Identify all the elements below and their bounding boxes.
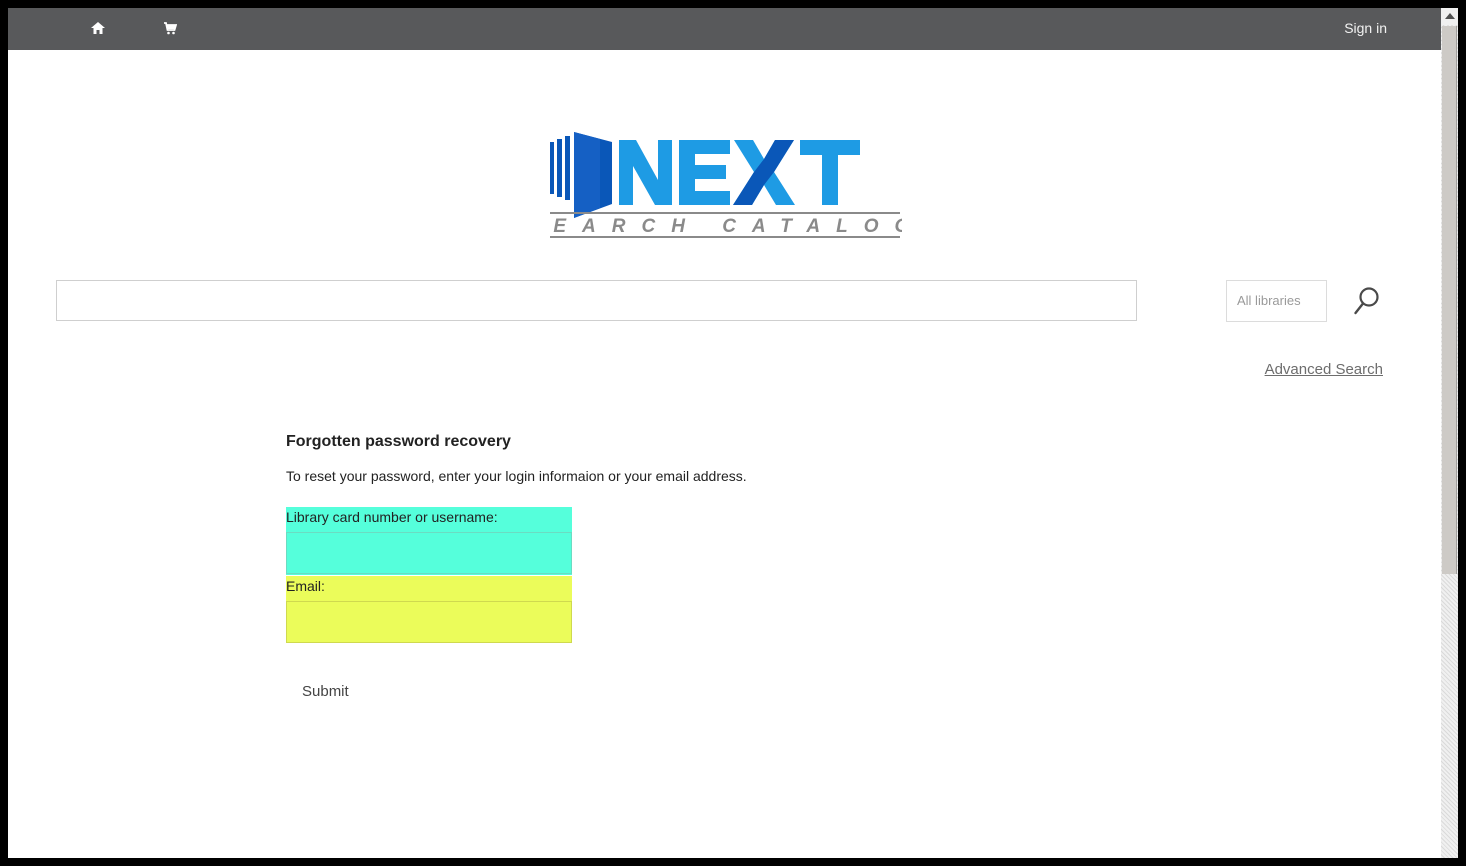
username-field-group: Library card number or username: <box>286 507 572 575</box>
cart-icon[interactable] <box>163 21 178 35</box>
email-input[interactable] <box>286 601 572 643</box>
logo-tagline: SEARCH CATALOG <box>548 216 902 237</box>
submit-button[interactable]: Submit <box>302 683 349 700</box>
advanced-search-link[interactable]: Advanced Search <box>1265 361 1383 378</box>
library-selector[interactable]: All libraries <box>1226 280 1327 322</box>
search-icon[interactable] <box>1353 286 1381 316</box>
form-description: To reset your password, enter your login… <box>286 468 747 484</box>
vertical-scrollbar[interactable] <box>1441 8 1458 858</box>
home-icon[interactable] <box>90 20 106 36</box>
password-recovery-form: Forgotten password recovery To reset you… <box>286 433 986 700</box>
scroll-up-arrow-icon[interactable] <box>1441 8 1458 25</box>
search-input[interactable] <box>56 280 1137 321</box>
username-label: Library card number or username: <box>286 509 498 525</box>
email-field-group: Email: <box>286 576 572 643</box>
next-search-catalog-logo: SEARCH CATALOG <box>548 128 902 246</box>
browser-window: Sign in SEARCH CATALOG All libraries <box>8 8 1441 858</box>
top-navigation-bar: Sign in <box>8 8 1441 50</box>
sign-in-link[interactable]: Sign in <box>1344 20 1387 36</box>
username-input[interactable] <box>286 532 572 574</box>
form-title: Forgotten password recovery <box>286 433 511 450</box>
email-label: Email: <box>286 578 325 594</box>
scrollbar-thumb[interactable] <box>1442 26 1457 574</box>
